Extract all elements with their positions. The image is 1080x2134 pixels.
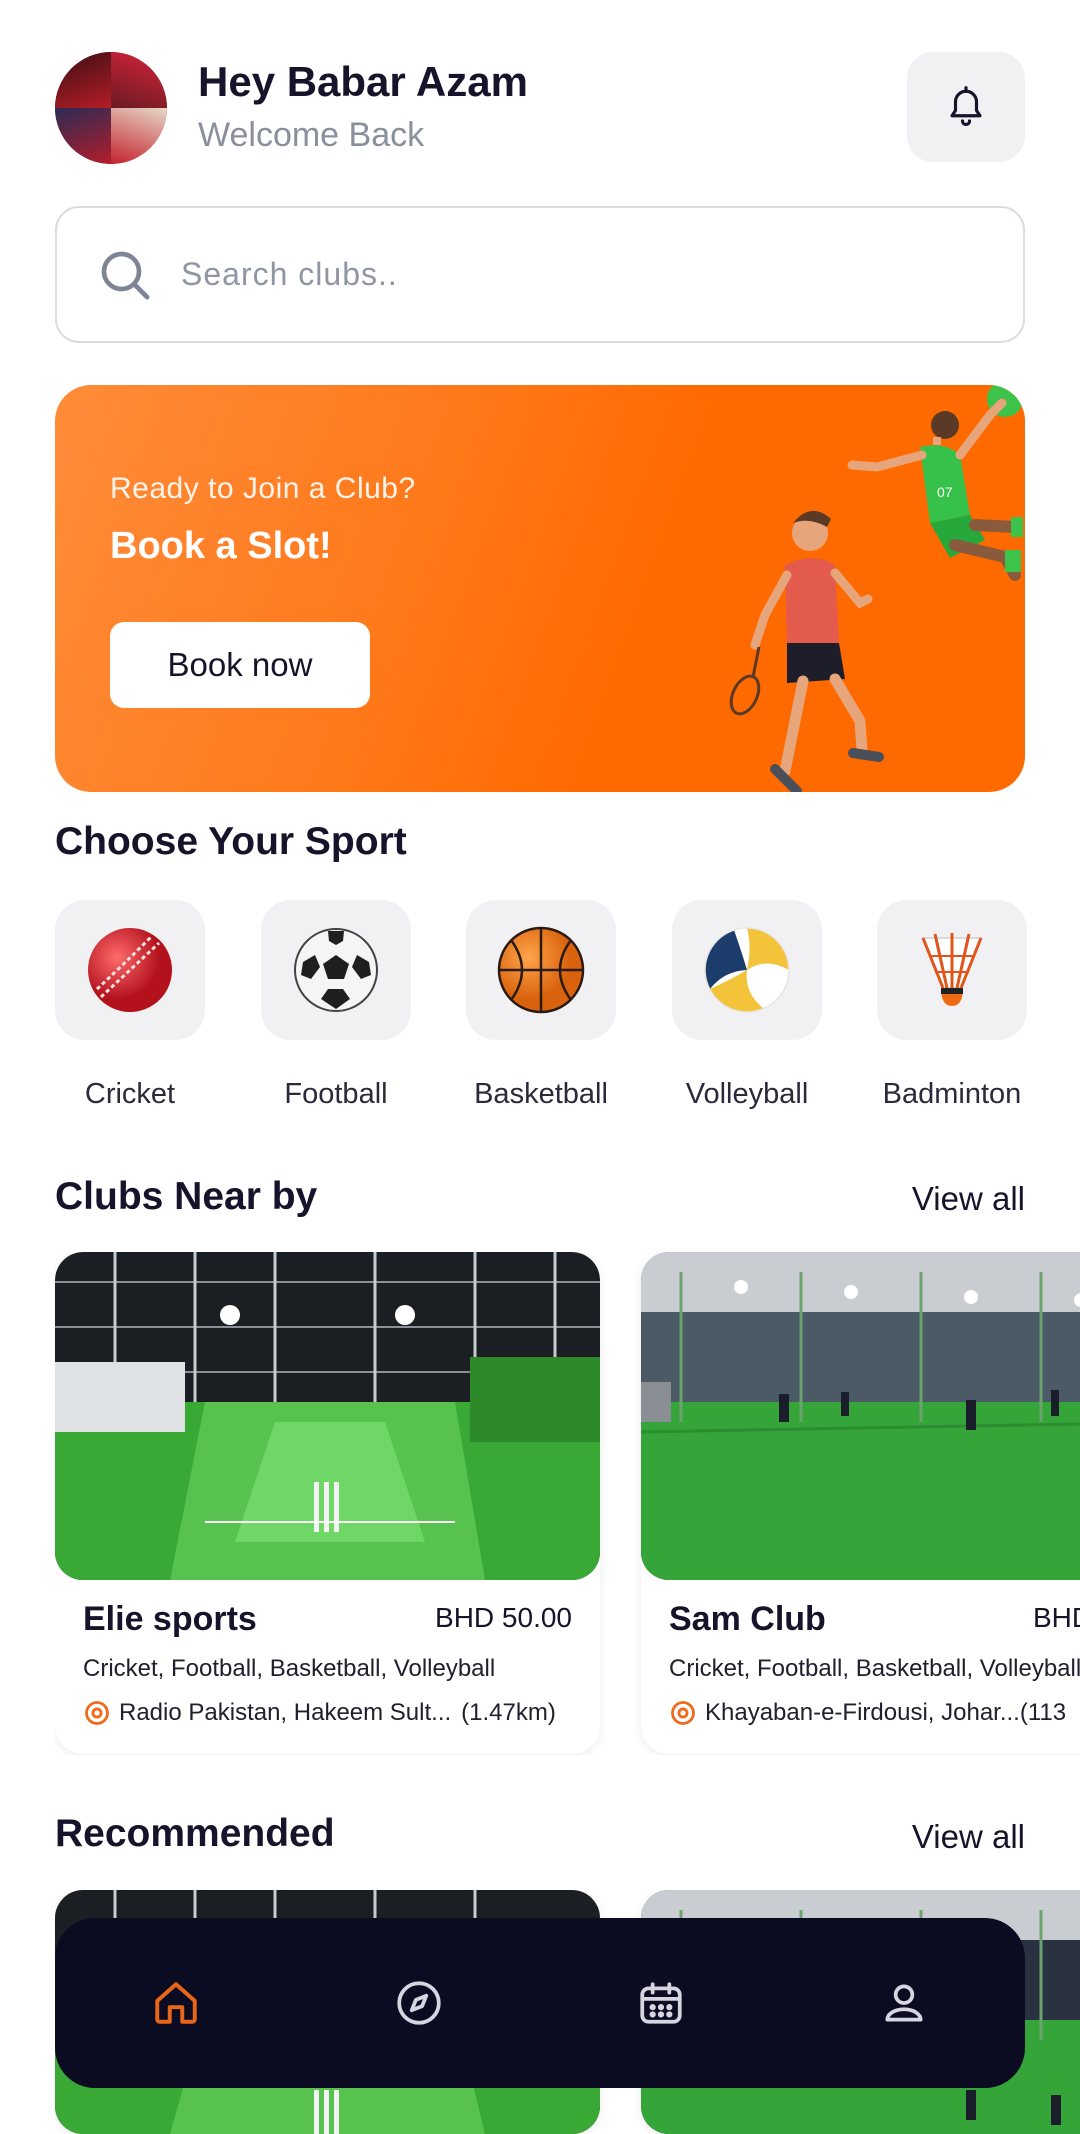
club-sports: Cricket, Football, Basketball, Volleybal… [83,1655,496,1682]
sport-label: Cricket [84,1078,176,1110]
sports-section-title: Choose Your Sport [55,820,407,863]
search-input[interactable] [181,256,961,293]
sport-label: Badminton [882,1078,1022,1110]
sport-item-cricket[interactable]: Cricket [55,900,205,1111]
clubs-view-all-link[interactable]: View all [912,1180,1025,1218]
avatar[interactable] [55,52,167,164]
sports-list: Cricket Football Basketball Volleyball B… [55,900,1080,1130]
location-pin-icon [85,1701,109,1725]
recommended-section-title: Recommended [55,1812,335,1855]
sport-item-football[interactable]: Football [261,900,411,1111]
sport-item-badminton[interactable]: Badminton [877,900,1027,1111]
recommended-view-all-link[interactable]: View all [912,1818,1025,1856]
club-card[interactable]: Sam Club BHD Cricket, Football, Basketba… [641,1252,1080,1754]
club-price: BHD [1033,1602,1080,1633]
banner-title: Book a Slot! [110,525,332,567]
club-name: Elie sports [83,1600,257,1638]
nav-profile[interactable] [864,1963,944,2043]
svg-text:07: 07 [937,484,953,500]
sport-item-volleyball[interactable]: Volleyball [672,900,822,1111]
profile-icon [885,1984,923,2022]
sport-label: Volleyball [685,1078,809,1110]
promo-banner: Ready to Join a Club? Book a Slot! Book … [55,385,1025,792]
cricket-ball-icon [88,928,172,1012]
notifications-button[interactable] [907,52,1025,162]
club-location: Khayaban-e-Firdousi, Johar... (113 [669,1699,1066,1727]
football-icon [294,928,378,1012]
club-sports: Cricket, Football, Basketball, Volleybal… [669,1655,1080,1682]
search-bar[interactable] [55,206,1025,343]
compass-icon [397,1981,441,2025]
header: Hey Babar Azam Welcome Back [55,52,1025,164]
club-location: Radio Pakistan, Hakeem Sult... (1.47km) [83,1699,556,1727]
club-location-text: Radio Pakistan, Hakeem Sult... [119,1699,452,1726]
greeting-subtitle: Welcome Back [198,116,425,154]
greeting-name: Hey Babar Azam [198,58,528,105]
location-pin-icon [671,1701,695,1725]
calendar-icon [640,1982,682,2024]
sport-label: Basketball [474,1078,608,1110]
club-card[interactable]: Elie sports BHD 50.00 Cricket, Football,… [55,1252,600,1754]
bottom-navbar [55,1918,1025,2088]
home-icon [155,1982,197,2024]
nav-home[interactable] [136,1963,216,2043]
clubs-carousel[interactable]: Elie sports BHD 50.00 Cricket, Football,… [55,1252,1080,1755]
club-name: Sam Club [669,1600,826,1638]
clubs-section-title: Clubs Near by [55,1175,318,1218]
club-distance: (113 [1019,1699,1067,1726]
sport-item-basketball[interactable]: Basketball [466,900,616,1111]
club-location-text: Khayaban-e-Firdousi, Johar... [705,1699,1020,1726]
banner-pretitle: Ready to Join a Club? [110,472,416,505]
basketball-icon [497,926,585,1014]
shuttlecock-icon [921,933,983,1006]
nav-bookings[interactable] [621,1963,701,2043]
search-icon [101,251,150,299]
sport-label: Football [284,1078,388,1110]
club-image [641,1252,1080,1580]
bell-icon [950,86,982,127]
volleyball-icon [704,927,790,1013]
nav-explore[interactable] [379,1963,459,2043]
club-price: BHD 50.00 [435,1602,572,1633]
players-illustration: 07 [729,385,1023,792]
club-distance: (1.47km) [461,1699,556,1726]
book-now-button[interactable]: Book now [110,622,370,708]
club-image [55,1252,600,1580]
